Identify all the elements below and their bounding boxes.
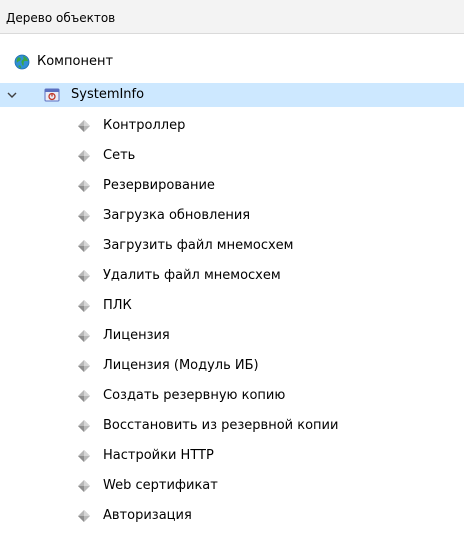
tree-item-label: Резервирование (103, 178, 215, 193)
tree-item-label: Восстановить из резервной копии (103, 418, 339, 433)
tree-item-update-upload[interactable]: Загрузка обновления (0, 204, 464, 228)
tree-item-label: Настройки HTTP (103, 448, 214, 463)
tree-item-component[interactable]: Компонент (0, 50, 464, 74)
tree-item-plc[interactable]: ПЛК (0, 294, 464, 318)
tree-item-systeminfo[interactable]: SystemInfo (0, 83, 464, 107)
tree-item-controller[interactable]: Контроллер (0, 114, 464, 138)
tree-item-label: SystemInfo (71, 87, 145, 102)
tree-item-label: Лицензия (Модуль ИБ) (103, 358, 259, 373)
tree-item-label: Загрузить файл мнемосхем (103, 238, 294, 253)
node-icon (76, 388, 92, 404)
panel-header: Дерево объектов (0, 0, 464, 34)
node-icon (76, 178, 92, 194)
node-icon (76, 118, 92, 134)
tree-item-label: ПЛК (103, 298, 132, 313)
node-icon (76, 148, 92, 164)
node-icon (76, 208, 92, 224)
panel-title: Дерево объектов (6, 11, 116, 25)
tree-item-delete-mnemonic[interactable]: Удалить файл мнемосхем (0, 264, 464, 288)
tree-item-authorization[interactable]: Авторизация (0, 504, 464, 528)
node-icon (76, 298, 92, 314)
tree-item-restore-backup[interactable]: Восстановить из резервной копии (0, 414, 464, 438)
node-icon (76, 448, 92, 464)
tree-item-web-certificate[interactable]: Web сертификат (0, 474, 464, 498)
tree-item-upload-mnemonic[interactable]: Загрузить файл мнемосхем (0, 234, 464, 258)
tree-item-label: Web сертификат (103, 478, 218, 493)
tree-item-label: Загрузка обновления (103, 208, 251, 223)
node-icon (76, 268, 92, 284)
tree-item-redundancy[interactable]: Резервирование (0, 174, 464, 198)
tree-item-label: Авторизация (103, 508, 192, 523)
node-icon (76, 238, 92, 254)
tree-item-create-backup[interactable]: Создать резервную копию (0, 384, 464, 408)
tree-item-label: Компонент (37, 54, 114, 69)
tree-item-label: Контроллер (103, 118, 186, 133)
chevron-down-icon[interactable] (6, 89, 18, 101)
tree-item-label: Создать резервную копию (103, 388, 286, 403)
tree-item-http-settings[interactable]: Настройки HTTP (0, 444, 464, 468)
systeminfo-icon (44, 87, 60, 103)
node-icon (76, 418, 92, 434)
tree-item-license[interactable]: Лицензия (0, 324, 464, 348)
node-icon (76, 328, 92, 344)
node-icon (76, 508, 92, 524)
tree-item-label: Сеть (103, 148, 136, 163)
node-icon (76, 478, 92, 494)
tree-item-label: Удалить файл мнемосхем (103, 268, 281, 283)
tree-item-license-ib[interactable]: Лицензия (Модуль ИБ) (0, 354, 464, 378)
globe-icon (14, 54, 30, 70)
tree-item-label: Лицензия (103, 328, 170, 343)
node-icon (76, 358, 92, 374)
tree-item-network[interactable]: Сеть (0, 144, 464, 168)
